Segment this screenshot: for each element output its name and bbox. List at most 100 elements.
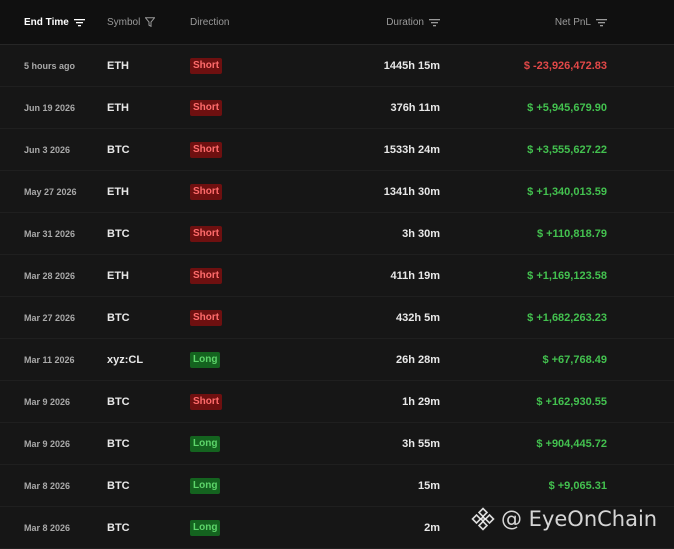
end-time-cell: May 27 2026 — [24, 186, 77, 197]
duration-cell: 411h 19m — [390, 269, 440, 282]
watermark-text: @ EyeOnChain — [501, 507, 658, 531]
filter-icon[interactable] — [145, 17, 156, 27]
direction-cell: Short — [190, 213, 270, 254]
watermark: @ EyeOnChain — [471, 505, 657, 533]
direction-cell: Long — [190, 507, 270, 548]
table-row[interactable]: Jun 3 2026 BTC Short 1533h 24m $ +3,555,627.… — [0, 129, 674, 171]
direction-cell: Long — [190, 465, 270, 506]
duration-cell: 3h 30m — [402, 227, 440, 240]
table-row[interactable]: Mar 9 2026 BTC Short 1h 29m $ +162,930.55 — [0, 381, 674, 423]
direction-cell: Short — [190, 171, 270, 212]
column-net-pnl-label: Net PnL — [554, 16, 591, 28]
end-time-cell: Jun 3 2026 — [24, 144, 71, 155]
sort-icon[interactable] — [429, 18, 440, 27]
trades-table: End Time Symbol Direction Duration Net P… — [0, 0, 674, 549]
short-badge: Short — [190, 393, 223, 410]
symbol-cell[interactable]: BTC — [107, 465, 177, 506]
end-time-cell: Mar 8 2026 — [24, 522, 71, 533]
duration-cell: 432h 5m — [395, 311, 440, 324]
column-end-time[interactable]: End Time — [24, 0, 104, 44]
net-pnl-cell: $ +110,818.79 — [536, 227, 607, 240]
sort-icon[interactable] — [596, 18, 607, 27]
short-badge: Short — [190, 225, 223, 242]
symbol-cell[interactable]: ETH — [107, 255, 177, 296]
direction-cell: Long — [190, 339, 270, 380]
column-direction[interactable]: Direction — [190, 0, 270, 44]
table-row[interactable]: Mar 9 2026 BTC Long 3h 55m $ +904,445.72 — [0, 423, 674, 465]
long-badge: Long — [190, 477, 221, 494]
symbol-cell[interactable]: ETH — [107, 171, 177, 212]
symbol-cell[interactable]: BTC — [107, 297, 177, 338]
duration-cell: 1445h 15m — [383, 59, 440, 72]
table-row[interactable]: Mar 28 2026 ETH Short 411h 19m $ +1,169,123.… — [0, 255, 674, 297]
symbol-cell[interactable]: BTC — [107, 423, 177, 464]
duration-cell: 2m — [424, 521, 440, 534]
long-badge: Long — [190, 519, 221, 536]
end-time-cell: Mar 9 2026 — [24, 438, 71, 449]
table-row[interactable]: 5 hours ago ETH Short 1445h 15m $ -23,926,47… — [0, 45, 674, 87]
column-direction-label: Direction — [190, 16, 230, 28]
direction-cell: Short — [190, 297, 270, 338]
duration-cell: 376h 11m — [390, 101, 440, 114]
binance-logo-icon — [471, 507, 495, 531]
end-time-cell: 5 hours ago — [24, 60, 76, 71]
table-row[interactable]: Mar 11 2026 xyz:CL Long 26h 28m $ +67,768.49 — [0, 339, 674, 381]
symbol-cell[interactable]: BTC — [107, 213, 177, 254]
short-badge: Short — [190, 267, 223, 284]
symbol-cell[interactable]: BTC — [107, 129, 177, 170]
table-body: 5 hours ago ETH Short 1445h 15m $ -23,926,47… — [0, 45, 674, 549]
end-time-cell: Mar 31 2026 — [24, 228, 76, 239]
symbol-cell[interactable]: ETH — [107, 45, 177, 86]
direction-cell: Short — [190, 129, 270, 170]
long-badge: Long — [190, 435, 221, 452]
duration-cell: 15m — [417, 479, 440, 492]
table-header: End Time Symbol Direction Duration Net P… — [0, 0, 674, 45]
symbol-cell[interactable]: ETH — [107, 87, 177, 128]
short-badge: Short — [190, 141, 223, 158]
short-badge: Short — [190, 99, 223, 116]
net-pnl-cell: $ +1,340,013.59 — [527, 185, 607, 198]
direction-cell: Short — [190, 381, 270, 422]
symbol-cell[interactable]: BTC — [107, 507, 177, 548]
sort-icon[interactable] — [73, 18, 85, 27]
direction-cell: Short — [190, 45, 270, 86]
column-end-time-label: End Time — [24, 16, 69, 28]
net-pnl-cell: $ +904,445.72 — [536, 437, 607, 450]
net-pnl-cell: $ +67,768.49 — [542, 353, 607, 366]
duration-cell: 26h 28m — [395, 353, 440, 366]
duration-cell: 1533h 24m — [383, 143, 440, 156]
table-row[interactable]: May 27 2026 ETH Short 1341h 30m $ +1,340,013… — [0, 171, 674, 213]
column-duration-label: Duration — [386, 16, 424, 28]
duration-cell: 1h 29m — [402, 395, 440, 408]
symbol-cell[interactable]: xyz:CL — [107, 339, 177, 380]
end-time-cell: Mar 8 2026 — [24, 480, 71, 491]
duration-cell: 3h 55m — [402, 437, 440, 450]
long-badge: Long — [190, 351, 221, 368]
symbol-cell[interactable]: BTC — [107, 381, 177, 422]
end-time-cell: Mar 9 2026 — [24, 396, 71, 407]
column-symbol-label: Symbol — [107, 16, 141, 28]
end-time-cell: Jun 19 2026 — [24, 102, 76, 113]
column-duration[interactable]: Duration — [300, 0, 440, 44]
net-pnl-cell: $ +3,555,627.22 — [527, 143, 607, 156]
end-time-cell: Mar 11 2026 — [24, 354, 75, 365]
column-net-pnl[interactable]: Net PnL — [440, 0, 607, 44]
direction-cell: Short — [190, 87, 270, 128]
net-pnl-cell: $ +1,169,123.58 — [527, 269, 607, 282]
table-row[interactable]: Mar 27 2026 BTC Short 432h 5m $ +1,682,263.2… — [0, 297, 674, 339]
end-time-cell: Mar 28 2026 — [24, 270, 76, 281]
end-time-cell: Mar 27 2026 — [24, 312, 76, 323]
short-badge: Short — [190, 57, 223, 74]
table-row[interactable]: Mar 31 2026 BTC Short 3h 30m $ +110,818.79 — [0, 213, 674, 255]
net-pnl-cell: $ +162,930.55 — [536, 395, 607, 408]
net-pnl-cell: $ +1,682,263.23 — [527, 311, 607, 324]
duration-cell: 1341h 30m — [383, 185, 440, 198]
table-row[interactable]: Jun 19 2026 ETH Short 376h 11m $ +5,945,679.… — [0, 87, 674, 129]
table-row[interactable]: Mar 8 2026 BTC Long 15m $ +9,065.31 — [0, 465, 674, 507]
net-pnl-cell: $ -23,926,472.83 — [523, 59, 607, 72]
short-badge: Short — [190, 309, 223, 326]
net-pnl-cell: $ +9,065.31 — [548, 479, 607, 492]
column-symbol[interactable]: Symbol — [107, 0, 177, 44]
short-badge: Short — [190, 183, 223, 200]
net-pnl-cell: $ +5,945,679.90 — [527, 101, 607, 114]
